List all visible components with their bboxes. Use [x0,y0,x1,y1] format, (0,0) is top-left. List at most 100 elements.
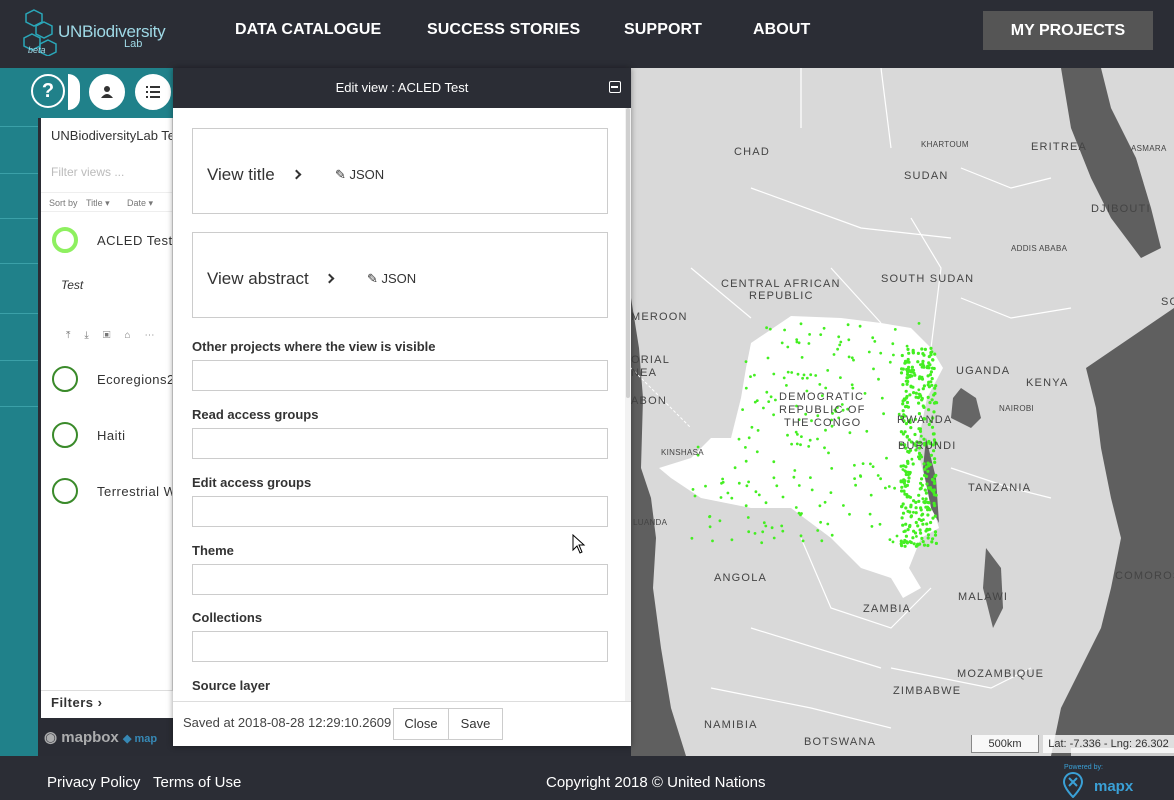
view-item-acled-test[interactable]: ACLED Test [41,224,173,264]
user-icon [101,86,113,98]
view-toggle-ring[interactable] [52,478,78,504]
terms-of-use-link[interactable]: Terms of Use [153,774,241,791]
strip-divider [0,263,38,264]
map-label-botswana: BOTSWANA [804,736,877,748]
close-button[interactable]: Close [393,708,449,740]
views-list-button[interactable] [133,72,173,112]
view-toggle-ring[interactable] [52,422,78,448]
filters-toggle[interactable]: Filters › [41,690,173,718]
json-edit-button[interactable]: ✎ JSON [335,167,384,183]
theme-input[interactable] [192,564,608,595]
map-label-zambia: ZAMBIA [863,603,912,615]
view-title-section[interactable]: View title ✎ JSON [192,128,608,214]
scrollbar-thumb[interactable] [626,108,630,398]
powered-by-text: Powered by: [1064,764,1103,771]
edit-access-label: Edit access groups [192,475,312,490]
map-label-cameroon: MEROON [631,311,688,323]
collections-input[interactable] [192,631,608,662]
collapse-icon[interactable] [609,81,621,93]
nav-success-stories[interactable]: SUCCESS STORIES [427,21,580,39]
json-edit-button[interactable]: ✎ JSON [367,271,416,287]
collections-label: Collections [192,610,263,625]
mapx-logo[interactable]: Powered by: mapx [1062,762,1142,798]
theme-label: Theme [192,543,234,558]
unbiodiversity-lab-logo[interactable]: UNBiodiversity Lab beta [22,8,166,58]
user-button[interactable] [87,72,127,112]
logo-text: UNBiodiversity [58,22,166,41]
view-item-label: Haiti [97,428,126,443]
strip-divider [0,126,38,127]
chevron-right-icon[interactable] [291,169,302,180]
other-projects-label: Other projects where the view is visible [192,339,436,354]
privacy-policy-link[interactable]: Privacy Policy [47,774,140,791]
view-toggle-ring[interactable] [52,366,78,392]
map-label-malawi: MALAWI [958,591,1009,603]
my-projects-button[interactable]: MY PROJECTS [983,11,1153,50]
read-access-input[interactable] [192,428,608,459]
map-label-chad: CHAD [734,146,770,158]
mapx-pin-icon [1063,772,1083,798]
map-canvas[interactable]: CHAD SUDAN KHARTOUM ERITREA ASMARA DJIBO… [631,68,1174,756]
map-label-addis-ababa: ADDIS ABABA [1011,244,1068,253]
map-label-sudan: SUDAN [904,170,949,182]
view-item-label: ACLED Test [97,233,173,248]
other-projects-input[interactable] [192,360,608,391]
view-abstract-section[interactable]: View abstract ✎ JSON [192,232,608,318]
view-item-terrestrial[interactable]: Terrestrial W [41,475,172,515]
edit-panel-footer: Saved at 2018-08-28 12:29:10.2609 Close … [173,701,631,746]
chevron-right-icon[interactable] [324,273,335,284]
nav-support[interactable]: SUPPORT [624,21,702,39]
sort-title-label: Title [86,198,103,208]
map-label-burundi: BURUNDI [898,440,957,452]
view-item-label: Ecoregions2 [97,372,173,387]
json-label: JSON [349,167,385,182]
sort-date-button[interactable]: Date ▾ [127,198,153,209]
project-title: UNBiodiversityLab Te [51,128,173,143]
map-label-rwanda: RWANDA [897,414,953,426]
saved-status: Saved at 2018-08-28 12:29:10.2609 [183,715,392,730]
map-label-car-2: REPUBLIC [749,290,814,302]
sort-date-label: Date [127,198,147,208]
map-label-namibia: NAMIBIA [704,719,758,731]
mapbox-logo: ◉ mapbox ◆ map [44,729,158,746]
edit-panel-header[interactable]: Edit view : ACLED Test [173,68,631,108]
map-label-south-sudan: SOUTH SUDAN [881,273,975,285]
mapx-text: mapx [1094,778,1134,795]
help-button[interactable]: ? [31,74,65,108]
view-toggle-ring[interactable] [52,227,78,253]
strip-divider [0,218,38,219]
edit-panel-title: Edit view : ACLED Test [335,80,469,95]
nav-about[interactable]: ABOUT [753,21,810,39]
view-item-haiti[interactable]: Haiti [41,419,172,459]
map-label-car: CENTRAL AFRICAN [721,278,841,290]
left-teal-strip [0,68,38,756]
map-label-zimbabwe: ZIMBABWE [893,685,962,697]
map-label-tanzania: TANZANIA [968,482,1032,494]
map-label-eq-guinea: ORIAL [631,354,671,366]
logo-lab-text: Lab [124,38,143,50]
strip-divider [0,360,38,361]
map-label-angola: ANGOLA [714,572,768,584]
copyright-text: Copyright 2018 © United Nations [546,774,766,791]
edit-access-input[interactable] [192,496,608,527]
map-label-drc-2: REPUBLIC OF [779,404,866,416]
page-footer: Privacy Policy Terms of Use Copyright 20… [0,756,1174,800]
map-label-asmara: ASMARA [1131,144,1167,153]
map-label-comoros: COMOROS [1115,570,1174,582]
logo-beta-text: beta [28,45,46,55]
map-scale-bar: 500km [971,735,1039,753]
map-label-drc-3: THE CONGO [784,417,862,429]
nav-data-catalogue[interactable]: DATA CATALOGUE [235,21,381,39]
map-label-khartoum: KHARTOUM [921,140,969,149]
view-tools-icons[interactable]: ⤒⤓▣⌂⋯ [66,330,169,341]
save-button[interactable]: Save [448,708,503,740]
acled-event-points [690,322,939,548]
sort-title-button[interactable]: Title ▾ [86,198,110,209]
map-label-kenya: KENYA [1026,377,1069,389]
filter-views-input[interactable]: Filter views ... [51,165,124,179]
map-label-eq-guinea-2: NEA [631,367,658,379]
strip-divider [0,173,38,174]
mapbox-logo-text: mapbox [61,729,119,746]
map-label-mozambique: MOZAMBIQUE [957,668,1045,680]
view-item-ecoregions[interactable]: Ecoregions2 [41,363,173,403]
